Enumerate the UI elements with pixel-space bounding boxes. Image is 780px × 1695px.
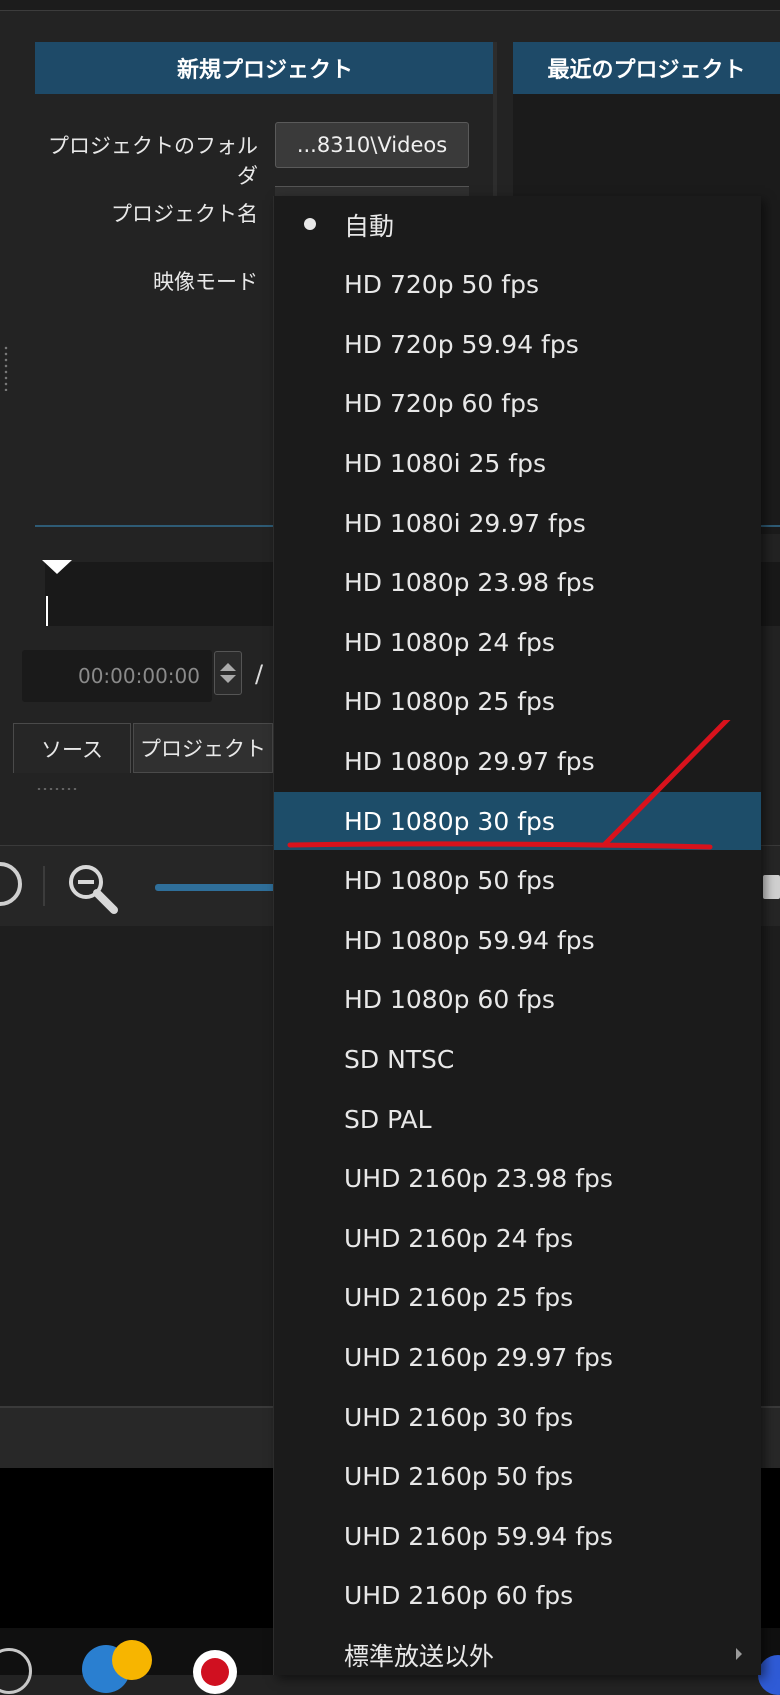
- video-mode-option-label: UHD 2160p 50 fps: [344, 1462, 574, 1492]
- recent-projects-header: 最近のプロジェクト: [513, 42, 780, 94]
- video-mode-option-label: UHD 2160p 24 fps: [344, 1223, 574, 1253]
- video-mode-label: 映像モード: [153, 270, 258, 294]
- video-mode-option[interactable]: 自動: [274, 196, 761, 254]
- video-mode-option[interactable]: UHD 2160p 30 fps: [274, 1388, 761, 1446]
- video-mode-option-label: HD 1080p 59.94 fps: [344, 925, 595, 955]
- timecode-input[interactable]: 00:00:00:00: [22, 650, 212, 702]
- video-mode-option[interactable]: HD 720p 59.94 fps: [274, 315, 761, 373]
- project-folder-label: プロジェクトのフォルダ: [48, 134, 258, 188]
- video-mode-option-label: HD 1080p 24 fps: [344, 627, 555, 657]
- zoom-out-icon[interactable]: [66, 862, 122, 918]
- red-annotation-mark: [287, 720, 731, 850]
- tab-source[interactable]: ソース: [13, 723, 131, 773]
- video-mode-option[interactable]: HD 720p 60 fps: [274, 375, 761, 433]
- video-mode-option[interactable]: HD 1080p 23.98 fps: [274, 554, 761, 612]
- zoom-slider[interactable]: [155, 884, 285, 891]
- video-mode-option-label: HD 720p 50 fps: [344, 270, 539, 300]
- chevron-right-icon: [736, 1648, 742, 1661]
- video-mode-option-label: 自動: [344, 212, 395, 241]
- video-mode-option[interactable]: UHD 2160p 29.97 fps: [274, 1328, 761, 1386]
- video-mode-option-label: UHD 2160p 60 fps: [344, 1581, 574, 1611]
- video-mode-option[interactable]: HD 1080p 60 fps: [274, 971, 761, 1029]
- video-mode-option[interactable]: UHD 2160p 50 fps: [274, 1448, 761, 1506]
- video-mode-option-label: HD 1080p 25 fps: [344, 687, 555, 717]
- project-name-label: プロジェクト名: [111, 202, 258, 226]
- video-mode-option-label: HD 1080p 50 fps: [344, 866, 555, 896]
- toolbar-separator: [43, 866, 45, 906]
- video-mode-dropdown[interactable]: 自動 HD 720p 50 fps HD 720p 59.94 fps HD 720p…: [273, 196, 761, 1675]
- video-mode-option[interactable]: SD NTSC: [274, 1030, 761, 1088]
- video-mode-option-label: HD 1080i 29.97 fps: [344, 508, 586, 538]
- video-mode-option-label: HD 720p 60 fps: [344, 389, 539, 419]
- video-mode-option[interactable]: 標準放送以外: [274, 1626, 761, 1684]
- video-mode-option[interactable]: UHD 2160p 60 fps: [274, 1567, 761, 1625]
- video-mode-option[interactable]: HD 1080i 29.97 fps: [274, 494, 761, 552]
- video-mode-option-label: UHD 2160p 59.94 fps: [344, 1521, 613, 1551]
- notification-badge-icon: [112, 1640, 152, 1680]
- timecode-spinner[interactable]: [214, 651, 242, 695]
- timecode-separator: /: [255, 660, 264, 688]
- video-mode-option-label: UHD 2160p 25 fps: [344, 1283, 574, 1313]
- video-mode-option-label: SD PAL: [344, 1104, 432, 1134]
- window-top-strip: [0, 0, 780, 11]
- tab-project[interactable]: プロジェクト: [133, 723, 273, 773]
- video-mode-option[interactable]: UHD 2160p 59.94 fps: [274, 1507, 761, 1565]
- video-mode-option[interactable]: UHD 2160p 23.98 fps: [274, 1150, 761, 1208]
- video-mode-option-label: HD 1080p 60 fps: [344, 985, 555, 1015]
- video-mode-option[interactable]: SD PAL: [274, 1090, 761, 1148]
- video-mode-option-label: HD 1080i 25 fps: [344, 448, 546, 478]
- video-mode-option[interactable]: HD 720p 50 fps: [274, 256, 761, 314]
- video-mode-option-label: SD NTSC: [344, 1044, 455, 1074]
- video-mode-option[interactable]: HD 1080p 50 fps: [274, 852, 761, 910]
- spinner-up-icon[interactable]: [220, 663, 236, 671]
- zoom-slider-thumb[interactable]: [763, 875, 780, 899]
- video-mode-option[interactable]: HD 1080p 24 fps: [274, 613, 761, 671]
- playhead-marker-icon[interactable]: [42, 560, 72, 574]
- spinner-down-icon[interactable]: [220, 675, 236, 683]
- video-mode-option-label: HD 720p 59.94 fps: [344, 329, 579, 359]
- video-mode-option-label: UHD 2160p 30 fps: [344, 1402, 574, 1432]
- video-mode-option-label: HD 1080p 23.98 fps: [344, 568, 595, 598]
- video-mode-option-label: UHD 2160p 23.98 fps: [344, 1164, 613, 1194]
- new-project-header: 新規プロジェクト: [35, 42, 495, 94]
- video-mode-option-label: UHD 2160p 29.97 fps: [344, 1342, 613, 1372]
- record-dot-icon: [201, 1658, 229, 1686]
- tab-splitter-grip[interactable]: [36, 787, 78, 791]
- video-mode-option-label: 標準放送以外: [344, 1642, 495, 1672]
- video-mode-option[interactable]: UHD 2160p 25 fps: [274, 1269, 761, 1327]
- video-mode-option[interactable]: HD 1080p 59.94 fps: [274, 911, 761, 969]
- project-folder-button[interactable]: ...8310\Videos: [275, 122, 469, 168]
- splitter-grip[interactable]: [3, 345, 9, 391]
- playhead-line: [46, 596, 48, 626]
- video-mode-option[interactable]: UHD 2160p 24 fps: [274, 1209, 761, 1267]
- bullet-icon: [304, 218, 316, 230]
- video-mode-option[interactable]: HD 1080i 25 fps: [274, 434, 761, 492]
